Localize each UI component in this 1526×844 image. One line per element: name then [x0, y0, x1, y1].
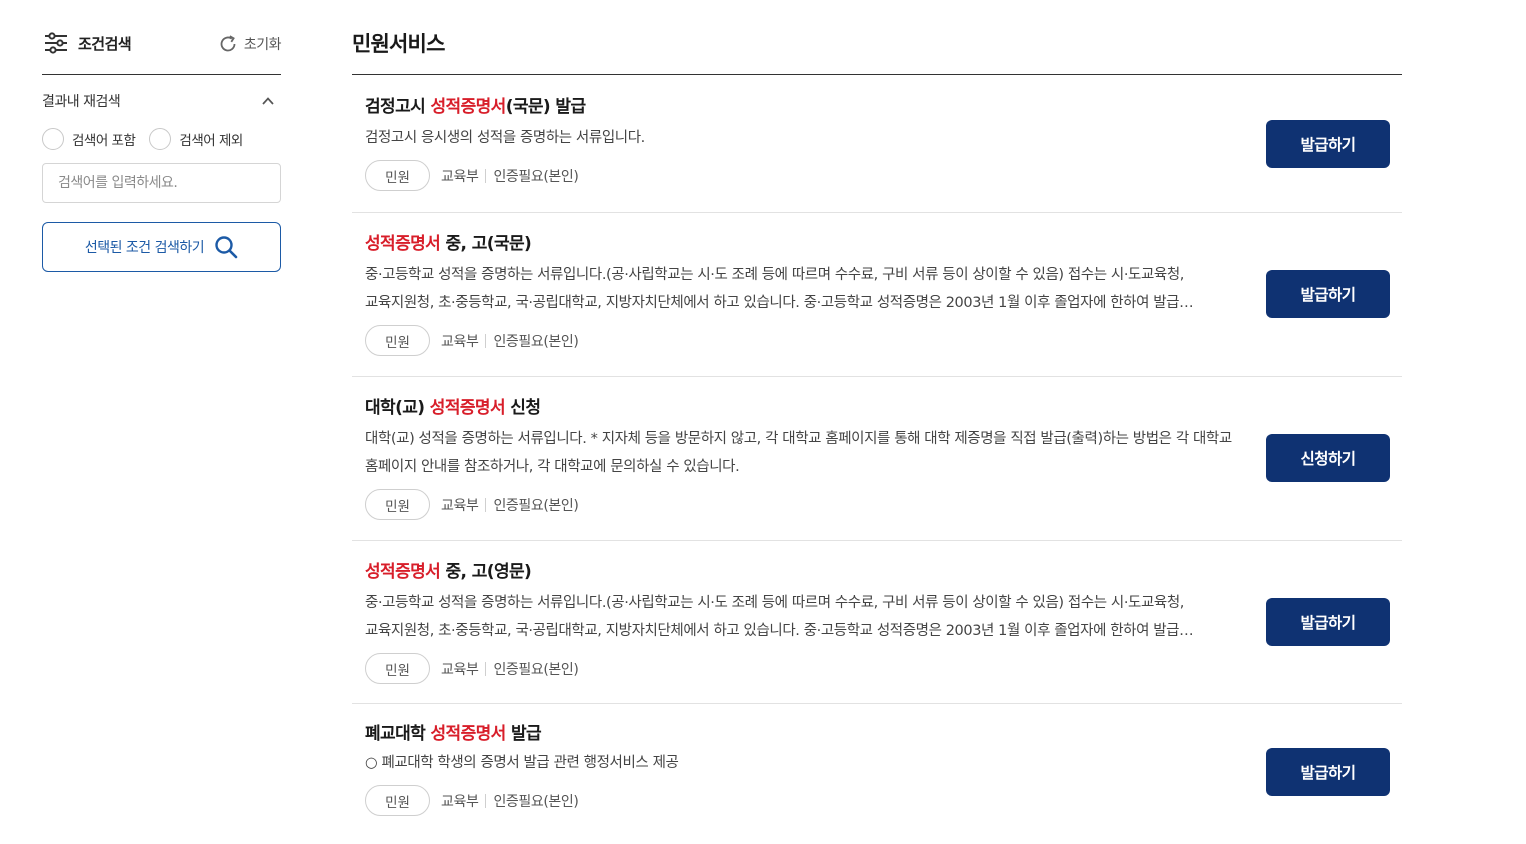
title-text: 신청 [504, 398, 541, 418]
meta-divider [485, 497, 487, 512]
auth-requirement: 인증필요(본인) [493, 793, 579, 810]
service-title[interactable]: 검정고시 성적증명서(국문) 발급 [365, 96, 1402, 118]
category-tag: 민원 [365, 160, 430, 191]
apply-filter-search-button[interactable]: 선택된 조건 검색하기 [42, 222, 281, 272]
refresh-icon [220, 35, 236, 52]
service-title[interactable]: 성적증명서 중, 고(국문) [365, 233, 1402, 255]
title-text: 대학(교) [365, 398, 430, 418]
title-text: 발급 [505, 724, 542, 744]
radio-include-label: 검색어 포함 [72, 133, 136, 149]
filter-header: 조건검색 초기화 [42, 26, 282, 75]
radio-exclude-label: 검색어 제외 [179, 133, 243, 149]
category-tag: 민원 [365, 325, 430, 356]
category-tag: 민원 [365, 489, 430, 520]
meta-divider [485, 333, 487, 348]
refine-search-header: 결과내 재검색 [42, 91, 281, 113]
page-title: 민원서비스 [352, 26, 1402, 75]
organization: 교육부 [441, 793, 479, 810]
radio-include-keyword[interactable]: 검색어 포함 [42, 128, 136, 150]
issue-button[interactable]: 발급하기 [1266, 270, 1390, 318]
radio-circle[interactable] [149, 128, 172, 150]
title-keyword-highlight: 성적증명서 [365, 234, 441, 254]
service-description: ○ 폐교대학 학생의 증명서 발급 관련 행정서비스 제공 [365, 755, 679, 771]
service-title[interactable]: 성적증명서 중, 고(영문) [365, 561, 1402, 583]
radio-exclude-keyword[interactable]: 검색어 제외 [149, 128, 243, 150]
auth-requirement: 인증필요(본인) [493, 333, 579, 350]
category-tag: 민원 [365, 653, 430, 684]
radio-circle[interactable] [42, 128, 64, 150]
category-tag: 민원 [365, 785, 430, 816]
issue-button[interactable]: 발급하기 [1266, 598, 1390, 646]
title-keyword-highlight: 성적증명서 [365, 562, 441, 582]
filter-title-label: 조건검색 [78, 34, 132, 53]
meta-divider [485, 168, 487, 183]
service-title[interactable]: 폐교대학 성적증명서 발급 [365, 723, 1402, 745]
service-results: 민원서비스 검정고시 성적증명서(국문) 발급 검정고시 응시생의 성적을 증명… [352, 26, 1402, 844]
auth-requirement: 인증필요(본인) [493, 661, 579, 678]
service-list-item: 성적증명서 중, 고(국문) 중·고등학교 성적을 증명하는 서류입니다.(공·… [352, 213, 1402, 377]
auth-requirement: 인증필요(본인) [493, 168, 579, 185]
refine-search-label: 결과내 재검색 [42, 94, 121, 110]
organization: 교육부 [441, 497, 479, 514]
filter-title: 조건검색 [42, 32, 132, 54]
apply-button[interactable]: 신청하기 [1266, 434, 1390, 482]
service-description: 대학(교) 성적을 증명하는 서류입니다. * 지자체 등을 방문하지 않고, … [365, 431, 1232, 475]
search-mode-radios: 검색어 포함 검색어 제외 [42, 127, 281, 151]
search-icon [215, 236, 238, 259]
reset-label: 초기화 [243, 37, 282, 53]
refine-search-input[interactable] [42, 163, 281, 203]
organization: 교육부 [441, 168, 479, 185]
title-text: 검정고시 [365, 97, 431, 117]
title-keyword-highlight: 성적증명서 [430, 97, 506, 117]
service-title[interactable]: 대학(교) 성적증명서 신청 [365, 397, 1402, 419]
service-description: 중·고등학교 성적을 증명하는 서류입니다.(공·사립학교는 시·도 조례 등에… [365, 595, 1185, 639]
title-keyword-highlight: 성적증명서 [430, 724, 506, 744]
organization: 교육부 [441, 333, 479, 350]
service-description: 중·고등학교 성적을 증명하는 서류입니다.(공·사립학교는 시·도 조례 등에… [365, 267, 1185, 311]
service-meta: 민원 교육부 인증필요(본인) [365, 785, 1402, 816]
service-list-item: 검정고시 성적증명서(국문) 발급 검정고시 응시생의 성적을 증명하는 서류입… [352, 75, 1402, 213]
apply-filter-search-label: 선택된 조건 검색하기 [84, 240, 205, 256]
service-list-item: 폐교대학 성적증명서 발급 ○ 폐교대학 학생의 증명서 발급 관련 행정서비스… [352, 704, 1402, 844]
filter-sliders-icon [45, 32, 67, 54]
title-keyword-highlight: 성적증명서 [429, 398, 506, 418]
title-text: 폐교대학 [365, 724, 431, 744]
service-list-item: 성적증명서 중, 고(영문) 중·고등학교 성적을 증명하는 서류입니다.(공·… [352, 541, 1402, 704]
chevron-up-icon[interactable] [261, 93, 275, 112]
organization: 교육부 [441, 661, 479, 678]
service-meta: 민원 교육부 인증필요(본인) [365, 489, 1402, 520]
title-text: (국문) 발급 [505, 97, 586, 117]
auth-requirement: 인증필요(본인) [493, 497, 579, 514]
issue-button[interactable]: 발급하기 [1266, 748, 1390, 796]
service-meta: 민원 교육부 인증필요(본인) [365, 653, 1402, 684]
reset-button[interactable]: 초기화 [218, 34, 282, 54]
service-description: 검정고시 응시생의 성적을 증명하는 서류입니다. [365, 130, 645, 146]
meta-divider [485, 661, 487, 676]
service-list-item: 대학(교) 성적증명서 신청 대학(교) 성적을 증명하는 서류입니다. * 지… [352, 377, 1402, 541]
service-meta: 민원 교육부 인증필요(본인) [365, 160, 1402, 191]
title-text: 중, 고(영문) [440, 562, 532, 582]
search-filter-sidebar: 조건검색 초기화 결과내 재검색 검색어 포함 검색어 제외 선택된 조건 검색… [42, 26, 282, 272]
service-meta: 민원 교육부 인증필요(본인) [365, 325, 1402, 356]
title-text: 중, 고(국문) [440, 234, 532, 254]
issue-button[interactable]: 발급하기 [1266, 120, 1390, 168]
